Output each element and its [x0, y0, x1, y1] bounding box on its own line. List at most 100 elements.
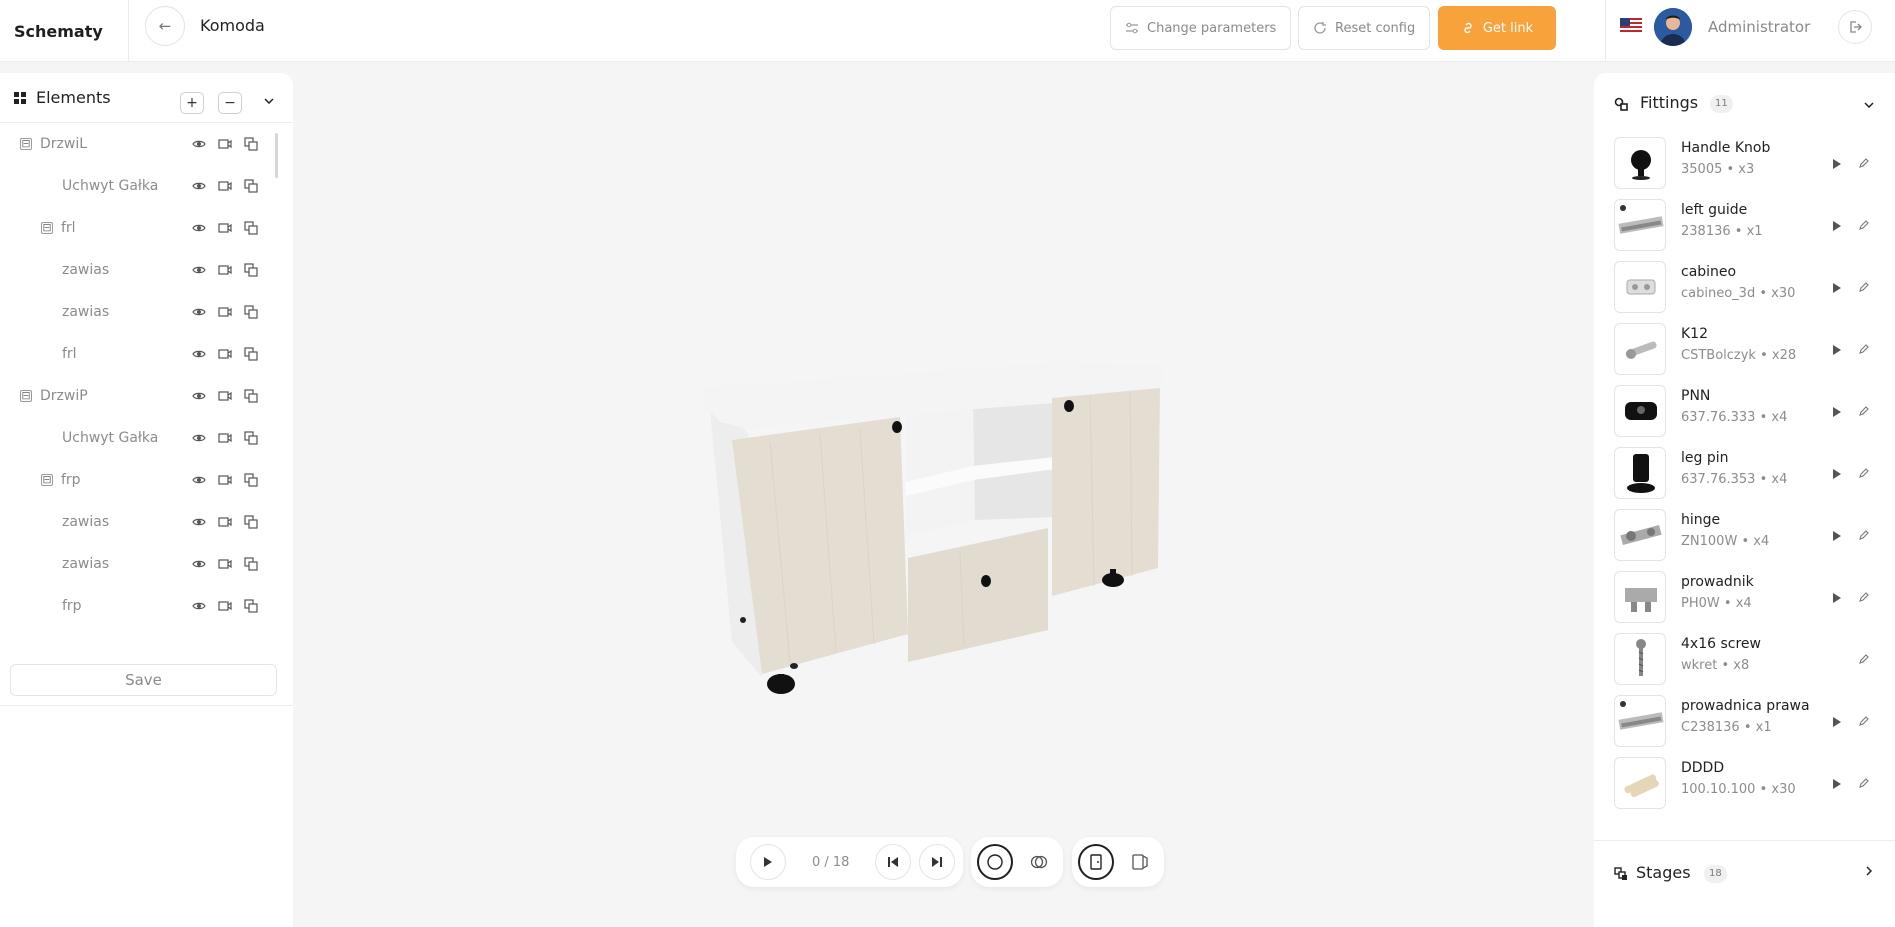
fitting-row[interactable]: leg pin 637.76.353 • x4	[1594, 445, 1895, 507]
eye-icon[interactable]	[192, 389, 206, 403]
fitting-row[interactable]: left guide 238136 • x1	[1594, 197, 1895, 259]
play-icon[interactable]	[1832, 155, 1842, 169]
copy-icon[interactable]	[244, 557, 258, 571]
play-icon[interactable]	[1832, 713, 1842, 727]
chevron-right-icon[interactable]	[1866, 866, 1872, 876]
tree-row[interactable]: frl	[0, 333, 280, 375]
save-button[interactable]: Save	[10, 664, 277, 696]
tree-row[interactable]: ⊟ DrzwiL	[0, 123, 280, 165]
eye-icon[interactable]	[192, 515, 206, 529]
fitting-row[interactable]: prowadnik PH0W • x4	[1594, 569, 1895, 631]
chevron-down-icon[interactable]	[1864, 102, 1874, 108]
stages-section[interactable]: Stages 18	[1594, 843, 1895, 903]
fitting-row[interactable]: hinge ZN100W • x4	[1594, 507, 1895, 569]
back-button[interactable]: ←	[145, 6, 185, 46]
play-icon[interactable]	[1832, 589, 1842, 603]
camera-icon[interactable]	[218, 221, 232, 235]
fitting-row[interactable]: PNN 637.76.333 • x4	[1594, 383, 1895, 445]
us-flag-icon[interactable]	[1620, 18, 1642, 34]
pencil-icon[interactable]	[1858, 588, 1870, 602]
elements-scrollbar[interactable]	[275, 133, 278, 178]
tree-row[interactable]: ⊟ frp	[0, 459, 280, 501]
3d-viewer[interactable]	[300, 62, 1590, 927]
camera-icon[interactable]	[218, 347, 232, 361]
pencil-icon[interactable]	[1858, 216, 1870, 230]
tree-row[interactable]: zawias	[0, 543, 280, 585]
camera-icon[interactable]	[218, 557, 232, 571]
next-step-button[interactable]	[919, 844, 956, 880]
copy-icon[interactable]	[244, 221, 258, 235]
logout-button[interactable]	[1838, 10, 1872, 44]
eye-icon[interactable]	[192, 179, 206, 193]
tree-row[interactable]: ⊟ frl	[0, 207, 280, 249]
tree-row[interactable]: frp	[0, 585, 280, 627]
play-icon[interactable]	[1832, 403, 1842, 417]
previous-step-button[interactable]	[875, 844, 912, 880]
camera-icon[interactable]	[218, 179, 232, 193]
collapse-toggle-icon[interactable]: ⊟	[41, 222, 53, 234]
fitting-row[interactable]: 4x16 screw wkret • x8	[1594, 631, 1895, 693]
pencil-icon[interactable]	[1858, 340, 1870, 354]
fitting-row[interactable]: cabineo cabineo_3d • x30	[1594, 259, 1895, 321]
eye-icon[interactable]	[192, 305, 206, 319]
xray-view-button[interactable]	[1021, 844, 1057, 880]
cabinet-3d-model[interactable]	[300, 62, 1590, 927]
copy-icon[interactable]	[244, 431, 258, 445]
camera-icon[interactable]	[218, 473, 232, 487]
eye-icon[interactable]	[192, 473, 206, 487]
copy-icon[interactable]	[244, 347, 258, 361]
camera-icon[interactable]	[218, 515, 232, 529]
tree-row[interactable]: zawias	[0, 291, 280, 333]
fitting-row[interactable]: Handle Knob 35005 • x3	[1594, 135, 1895, 197]
eye-icon[interactable]	[192, 137, 206, 151]
pencil-icon[interactable]	[1858, 154, 1870, 168]
eye-icon[interactable]	[192, 221, 206, 235]
copy-icon[interactable]	[244, 137, 258, 151]
copy-icon[interactable]	[244, 263, 258, 277]
copy-icon[interactable]	[244, 179, 258, 193]
solid-view-button[interactable]	[977, 844, 1013, 880]
collapse-all-button[interactable]: −	[218, 92, 242, 114]
play-icon[interactable]	[1832, 217, 1842, 231]
collapse-toggle-icon[interactable]: ⊟	[41, 474, 53, 486]
reset-config-button[interactable]: Reset config	[1298, 6, 1431, 50]
tree-row[interactable]: Uchwyt Gałka	[0, 165, 280, 207]
camera-icon[interactable]	[218, 263, 232, 277]
pencil-icon[interactable]	[1858, 278, 1870, 292]
copy-icon[interactable]	[244, 305, 258, 319]
tree-row[interactable]: ⊟ DrzwiP	[0, 375, 280, 417]
fittings-panel-header[interactable]: Fittings 11	[1594, 73, 1895, 135]
avatar[interactable]	[1654, 8, 1692, 46]
tree-row[interactable]: zawias	[0, 249, 280, 291]
tree-row[interactable]: Uchwyt Gałka	[0, 417, 280, 459]
copy-icon[interactable]	[244, 389, 258, 403]
eye-icon[interactable]	[192, 599, 206, 613]
change-parameters-button[interactable]: Change parameters	[1110, 6, 1292, 50]
fitting-row[interactable]: K12 CSTBolczyk • x28	[1594, 321, 1895, 383]
tree-row[interactable]: zawias	[0, 501, 280, 543]
play-icon[interactable]	[1832, 465, 1842, 479]
pencil-icon[interactable]	[1858, 464, 1870, 478]
camera-icon[interactable]	[218, 599, 232, 613]
pencil-icon[interactable]	[1858, 774, 1870, 788]
doors-closed-button[interactable]	[1078, 844, 1114, 880]
copy-icon[interactable]	[244, 599, 258, 613]
camera-icon[interactable]	[218, 389, 232, 403]
play-button[interactable]	[750, 844, 786, 880]
pencil-icon[interactable]	[1858, 712, 1870, 726]
eye-icon[interactable]	[192, 431, 206, 445]
fitting-row[interactable]: prowadnica prawa C238136 • x1	[1594, 693, 1895, 755]
play-icon[interactable]	[1832, 341, 1842, 355]
play-icon[interactable]	[1832, 279, 1842, 293]
user-name[interactable]: Administrator	[1708, 18, 1810, 36]
pencil-icon[interactable]	[1858, 526, 1870, 540]
camera-icon[interactable]	[218, 137, 232, 151]
play-icon[interactable]	[1832, 527, 1842, 541]
camera-icon[interactable]	[218, 305, 232, 319]
eye-icon[interactable]	[192, 263, 206, 277]
collapse-toggle-icon[interactable]: ⊟	[20, 138, 32, 150]
collapse-toggle-icon[interactable]: ⊟	[20, 390, 32, 402]
get-link-button[interactable]: Get link	[1438, 6, 1556, 50]
copy-icon[interactable]	[244, 515, 258, 529]
eye-icon[interactable]	[192, 557, 206, 571]
